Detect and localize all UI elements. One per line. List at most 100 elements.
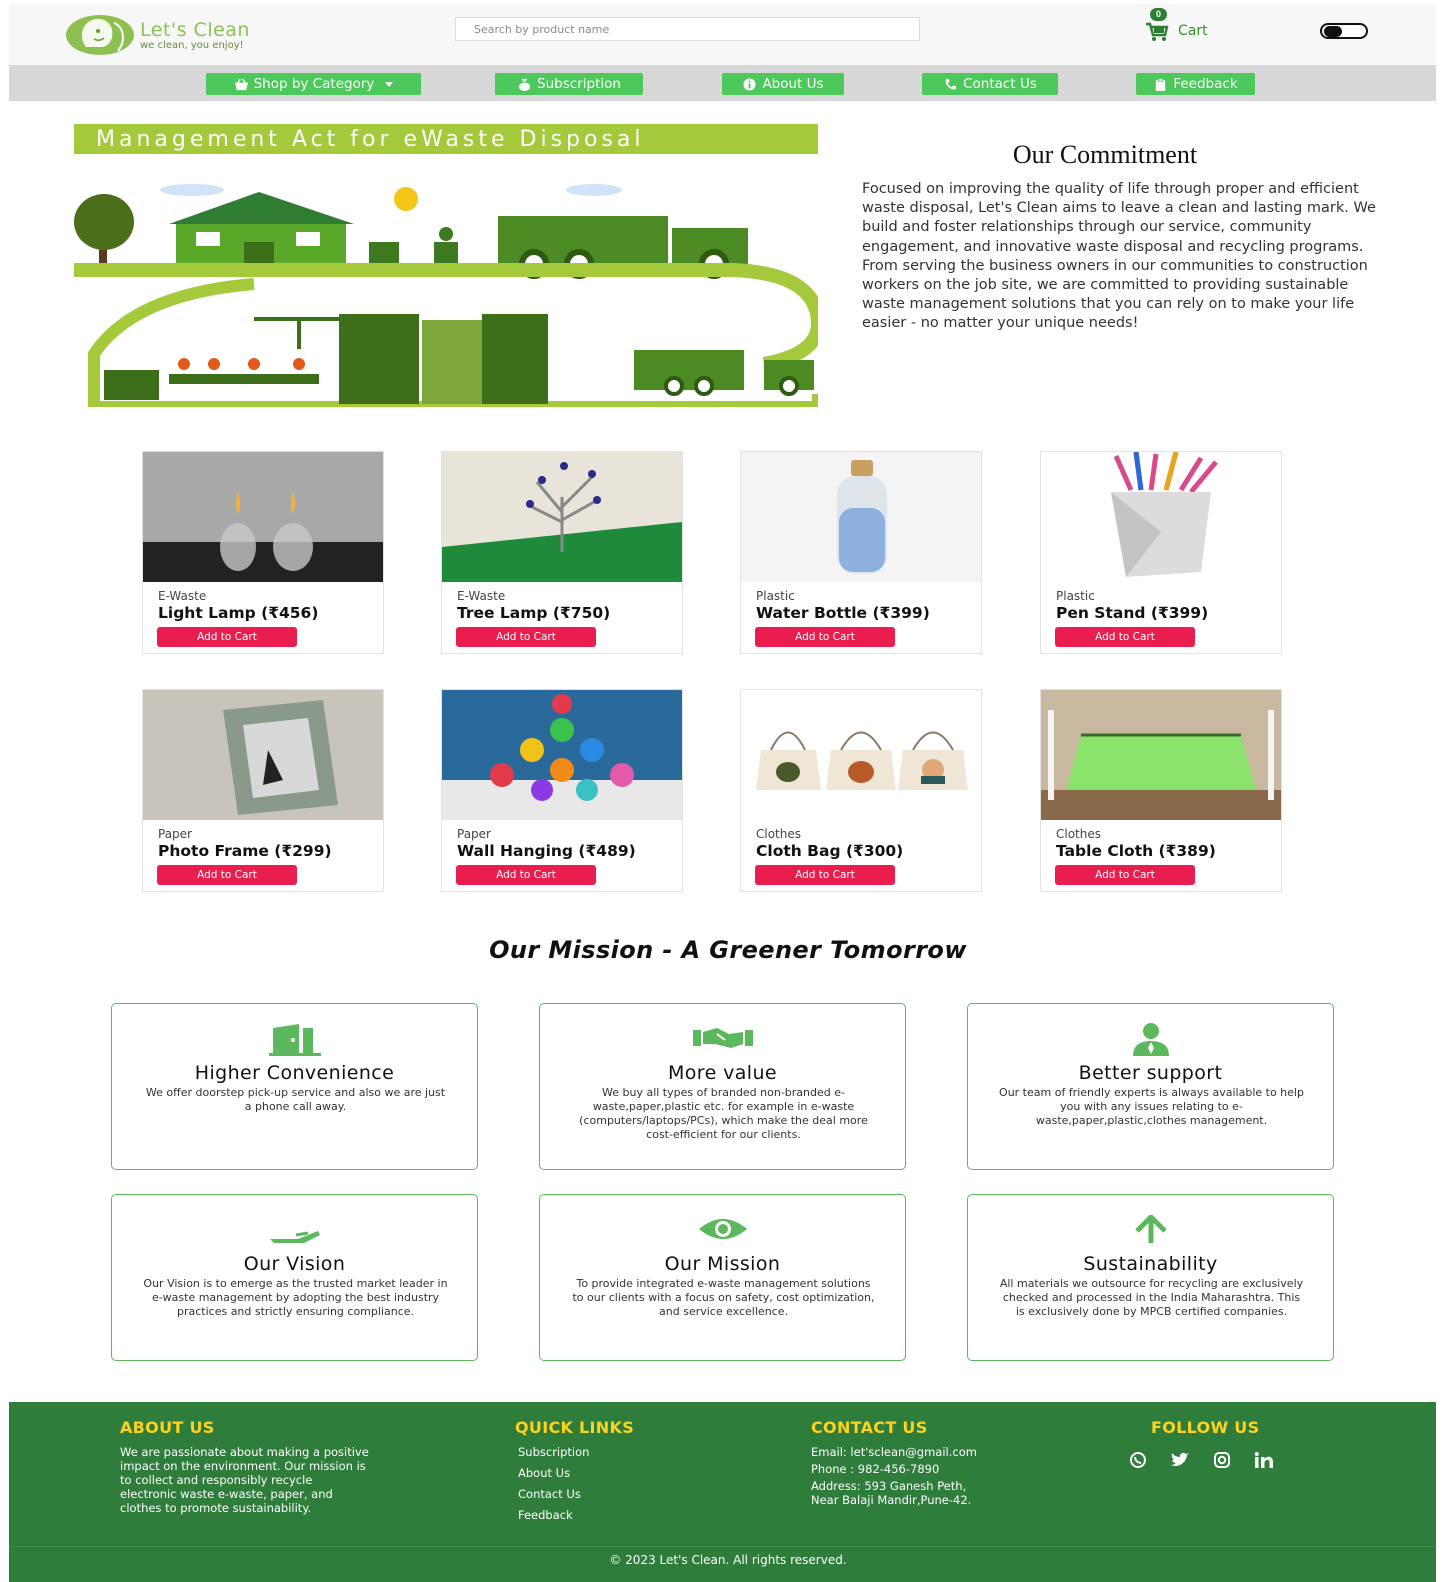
feature-text: We offer doorstep pick-up service and al…	[145, 1086, 446, 1113]
handshake-icon	[692, 1028, 753, 1048]
product-name: Wall Hanging (₹489)	[457, 842, 636, 860]
add-to-cart-button[interactable]: Add to Cart	[456, 865, 596, 885]
cart-label: Cart	[1178, 23, 1208, 39]
footer-link-contact-us[interactable]: Contact Us	[518, 1487, 581, 1501]
arrow-up-icon	[1134, 1215, 1167, 1243]
feature-title: Better support	[1078, 1062, 1223, 1084]
product-name: Tree Lamp (₹750)	[457, 604, 611, 622]
toggle-knob	[1324, 26, 1342, 37]
nav-shop-by-category[interactable]: Shop by Category	[206, 73, 421, 95]
add-to-cart-button[interactable]: Add to Cart	[157, 627, 297, 647]
product-image-table-cloth	[1041, 690, 1281, 820]
footer-follow-heading: FOLLOW US	[1151, 1418, 1260, 1437]
feature-title: Our Vision	[243, 1253, 346, 1275]
nav-about-label: About Us	[762, 76, 824, 92]
product-image-pen-stand	[1041, 452, 1281, 582]
add-to-cart-button[interactable]: Add to Cart	[1055, 865, 1195, 885]
feature-text: We buy all types of branded non-branded …	[579, 1086, 868, 1141]
feature-card: Higher Convenience We offer doorstep pic…	[111, 1003, 478, 1170]
nav-subscription[interactable]: Subscription	[495, 73, 643, 95]
hand-icon	[269, 1231, 320, 1243]
nav-feedback[interactable]: Feedback	[1136, 73, 1255, 95]
product-card: E-Waste Tree Lamp (₹750) Add to Cart	[441, 451, 683, 654]
footer-about-heading: ABOUT US	[120, 1418, 215, 1437]
product-card: Clothes Cloth Bag (₹300) Add to Cart	[740, 689, 982, 892]
product-card: Plastic Pen Stand (₹399) Add to Cart	[1040, 451, 1282, 654]
cart-count-badge: 0	[1150, 8, 1167, 21]
logo-face-icon	[66, 15, 134, 55]
brand-logo[interactable]: Let's Clean we clean, you enjoy!	[64, 12, 284, 58]
product-image-light-lamp	[143, 452, 383, 582]
product-category: E-Waste	[457, 589, 506, 603]
add-to-cart-button[interactable]: Add to Cart	[1055, 627, 1195, 647]
social-links	[1127, 1450, 1275, 1470]
product-card: Clothes Table Cloth (₹389) Add to Cart	[1040, 689, 1282, 892]
cart-button[interactable]: 0 Cart	[1143, 8, 1223, 48]
product-name: Water Bottle (₹399)	[756, 604, 930, 622]
product-category: Plastic	[1056, 589, 1095, 603]
feature-title: Our Mission	[664, 1253, 781, 1275]
add-to-cart-button[interactable]: Add to Cart	[157, 865, 297, 885]
feature-text: Our team of friendly experts is always a…	[999, 1086, 1304, 1127]
feature-card: Sustainability All materials we outsourc…	[967, 1194, 1334, 1361]
feature-card: Our Vision Our Vision is to emerge as th…	[111, 1194, 478, 1361]
add-to-cart-button[interactable]: Add to Cart	[755, 865, 895, 885]
nav-contact-us[interactable]: Contact Us	[922, 73, 1058, 95]
footer-link-feedback[interactable]: Feedback	[518, 1508, 573, 1522]
banner-title: Management Act for eWaste Disposal	[96, 127, 645, 152]
product-category: Plastic	[756, 589, 795, 603]
eye-icon	[698, 1219, 747, 1239]
brand-name: Let's Clean	[140, 18, 250, 41]
footer-address-line1: Address: 593 Ganesh Peth,	[811, 1479, 967, 1493]
linkedin-icon[interactable]	[1253, 1450, 1275, 1470]
footer-about-text: We are passionate about making a positiv…	[120, 1445, 369, 1515]
footer-link-about-us[interactable]: About Us	[518, 1466, 570, 1480]
product-category: Clothes	[756, 827, 801, 841]
footer-link-subscription[interactable]: Subscription	[518, 1445, 589, 1459]
nav-subscription-label: Subscription	[537, 76, 621, 92]
clipboard-icon	[1156, 77, 1166, 91]
chevron-down-icon	[385, 81, 394, 87]
product-name: Pen Stand (₹399)	[1056, 604, 1209, 622]
feature-card: Our Mission To provide integrated e-wast…	[539, 1194, 906, 1361]
phone-icon	[945, 78, 957, 90]
commitment-title: Our Commitment	[1012, 140, 1198, 169]
feature-text: Our Vision is to emerge as the trusted m…	[143, 1277, 448, 1318]
product-image-tree-lamp	[442, 452, 682, 582]
footer-phone[interactable]: Phone : 982-456-7890	[811, 1462, 939, 1476]
product-image-photo-frame	[143, 690, 383, 820]
cart-icon	[1146, 22, 1169, 41]
mission-section-title: Our Mission - A Greener Tomorrow	[489, 936, 967, 964]
footer-email[interactable]: Email: let'sclean@gmail.com	[811, 1445, 977, 1459]
search-input[interactable]	[455, 17, 920, 41]
add-to-cart-button[interactable]: Add to Cart	[456, 627, 596, 647]
theme-toggle[interactable]	[1320, 23, 1368, 39]
nav-feedback-label: Feedback	[1173, 76, 1238, 92]
product-image-water-bottle	[741, 452, 981, 582]
footer-address-line2: Near Balaji Mandir,Pune-42.	[811, 1493, 972, 1507]
info-icon	[743, 77, 756, 91]
feature-text: To provide integrated e-waste management…	[572, 1277, 875, 1318]
feature-title: Sustainability	[1083, 1253, 1218, 1275]
brand-tagline: we clean, you enjoy!	[140, 39, 244, 51]
footer-links-heading: QUICK LINKS	[515, 1418, 635, 1437]
feature-card: More value We buy all types of branded n…	[539, 1003, 906, 1170]
feature-card: Better support Our team of friendly expe…	[967, 1003, 1334, 1170]
whatsapp-icon[interactable]	[1127, 1450, 1149, 1470]
user-tie-icon	[1132, 1023, 1169, 1056]
instagram-icon[interactable]	[1211, 1450, 1233, 1470]
product-name: Photo Frame (₹299)	[158, 842, 332, 860]
main-navbar: Shop by Category Subscription About Us C…	[9, 65, 1436, 101]
product-name: Table Cloth (₹389)	[1056, 842, 1216, 860]
product-card: Plastic Water Bottle (₹399) Add to Cart	[740, 451, 982, 654]
feature-title: More value	[667, 1062, 778, 1084]
twitter-icon[interactable]	[1169, 1450, 1191, 1470]
feature-title: Higher Convenience	[194, 1062, 395, 1084]
ewaste-disposal-banner: Management Act for eWaste Disposal	[74, 124, 826, 413]
product-category: E-Waste	[158, 589, 207, 603]
basket-icon	[234, 78, 248, 90]
product-category: Paper	[457, 827, 491, 841]
nav-contact-label: Contact Us	[963, 76, 1037, 92]
nav-about-us[interactable]: About Us	[722, 73, 844, 95]
add-to-cart-button[interactable]: Add to Cart	[755, 627, 895, 647]
